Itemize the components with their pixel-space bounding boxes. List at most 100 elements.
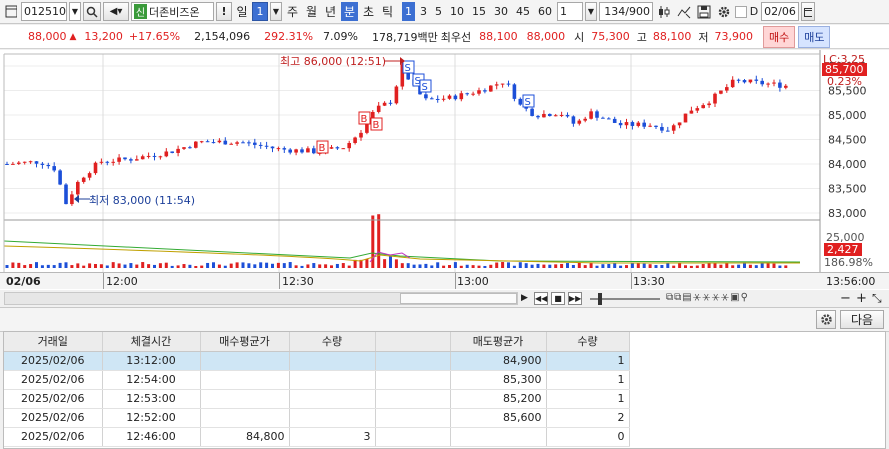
low-arrow-icon (74, 195, 90, 203)
scrollbar-thumb[interactable] (400, 293, 517, 304)
new-badge: 신 (134, 4, 147, 19)
candle-body (34, 161, 39, 164)
zoom-slider[interactable] (590, 293, 660, 305)
period-year[interactable]: 년 (322, 2, 339, 21)
period-week[interactable]: 주 (284, 2, 301, 21)
x-label-1200: 12:00 (106, 275, 138, 288)
table-row[interactable]: 2025/02/06 12:52:00 85,600 2 (4, 408, 630, 428)
volume-bar (170, 265, 174, 268)
unit-field[interactable]: 1 (557, 2, 583, 21)
candle-body (5, 164, 9, 165)
candle-body (170, 151, 174, 153)
table-cell: 84,900 (450, 351, 547, 371)
count-field[interactable]: 134/900 (599, 2, 653, 21)
table-header-row: 거래일 체결시간 매수평균가 수량 매도평균가 수량 (4, 332, 630, 352)
volume-bar (135, 264, 139, 268)
tick-5[interactable]: 5 (432, 2, 445, 21)
tick-45[interactable]: 45 (513, 2, 533, 21)
table-cell (200, 351, 290, 371)
table-row[interactable]: 2025/02/06 13:12:00 84,900 1 (4, 351, 630, 371)
table-row[interactable]: 2025/02/06 12:54:00 85,300 1 (4, 370, 630, 390)
stock-name-field[interactable]: 신 더존비즈온 (131, 2, 214, 21)
tick-1[interactable]: 1 (402, 2, 415, 21)
zoom-slider-handle[interactable] (598, 293, 602, 305)
price-info-bar: 88,000 ▲ 13,200 +17.65% 2,154,096 292.31… (0, 25, 889, 49)
calendar-icon[interactable] (801, 2, 815, 21)
date-field[interactable]: 02/06 (761, 2, 799, 21)
day-count-dropdown-icon[interactable]: ▼ (270, 2, 282, 21)
y-tick-label: 84,000 (828, 158, 867, 171)
period-tick[interactable]: 틱 (379, 2, 396, 21)
candle-body (660, 126, 664, 131)
col-sell-avg[interactable]: 매도평균가 (450, 332, 547, 352)
volume-bar (58, 262, 62, 268)
date-checkbox[interactable] (735, 5, 747, 18)
volume-bar (158, 263, 162, 268)
play-icon[interactable]: ▶ (521, 293, 528, 303)
table-row[interactable]: 2025/02/06 12:46:00 84,800 3 0 (4, 427, 630, 447)
horizontal-scrollbar[interactable] (4, 292, 518, 305)
volume-bar (188, 264, 192, 268)
buy-button[interactable]: 매수 (762, 25, 796, 48)
rewind-icon[interactable]: ◀◀ (534, 292, 548, 305)
table-row[interactable]: 2025/02/06 12:53:00 85,200 1 (4, 389, 630, 409)
candle-body (730, 79, 735, 88)
volume-bar (330, 265, 333, 268)
volume-bar (737, 264, 741, 268)
table-cell (375, 427, 451, 447)
stop-icon[interactable]: ■ (551, 292, 565, 305)
tick-30[interactable]: 30 (491, 2, 511, 21)
layout-icon[interactable] (3, 2, 19, 21)
next-button[interactable]: 다음 (840, 310, 884, 329)
col-buy-qty[interactable]: 수량 (289, 332, 376, 352)
zoom-out-icon[interactable]: − (840, 291, 851, 306)
table-cell: 13:12:00 (102, 351, 201, 371)
period-minute[interactable]: 분 (341, 2, 358, 21)
period-second[interactable]: 초 (360, 2, 377, 21)
candle-body (548, 113, 552, 117)
drawing-tools-icon[interactable]: ⧉⧉▤⚹⚹⚹⚹▣⚲ (666, 292, 749, 303)
tick-10[interactable]: 10 (447, 2, 467, 21)
candle-body (40, 163, 45, 165)
candle-body (76, 181, 80, 195)
candle-body (483, 90, 487, 92)
volume-bar (689, 265, 693, 268)
save-icon[interactable] (695, 2, 713, 21)
crosshair-icon[interactable] (675, 2, 693, 21)
col-exec-time[interactable]: 체결시간 (102, 332, 201, 352)
volume-bar (46, 264, 50, 268)
candle-settings-icon[interactable] (655, 2, 673, 21)
col-trade-date[interactable]: 거래일 (4, 332, 103, 352)
warning-button[interactable]: ! (216, 2, 232, 21)
unit-dropdown-icon[interactable]: ▼ (585, 2, 597, 21)
chart-area[interactable]: BBBSSSS 86,00085,50085,00084,50084,00083… (0, 50, 889, 290)
col-buy-avg[interactable]: 매수평균가 (200, 332, 290, 352)
table-cell (289, 351, 376, 371)
speaker-icon[interactable]: ◀▾ (103, 2, 129, 21)
candlestick-chart[interactable]: BBBSSSS 86,00085,50085,00084,50084,00083… (0, 50, 889, 272)
zoom-in-icon[interactable]: + (856, 291, 867, 306)
volume-bar (265, 262, 269, 268)
panel-gear-icon[interactable] (816, 310, 836, 329)
tick-3[interactable]: 3 (417, 2, 430, 21)
search-icon[interactable] (83, 2, 101, 21)
tick-60[interactable]: 60 (535, 2, 555, 21)
candle-body (589, 111, 593, 119)
forward-icon[interactable]: ▶▶ (568, 292, 582, 305)
volume-bar (495, 262, 499, 268)
col-sell-qty[interactable]: 수량 (546, 332, 630, 352)
sell-button[interactable]: 매도 (798, 25, 831, 48)
gear-icon[interactable] (715, 2, 733, 21)
candle-body (335, 147, 340, 149)
code-dropdown-icon[interactable]: ▼ (69, 2, 81, 21)
tick-15[interactable]: 15 (469, 2, 489, 21)
period-month[interactable]: 월 (303, 2, 320, 21)
volume-bar (40, 265, 44, 268)
volume-bar (271, 263, 274, 268)
stock-code-field[interactable]: 012510 (21, 2, 67, 21)
volume-bar (459, 265, 463, 268)
expand-icon[interactable]: ⤡ (872, 291, 882, 306)
day-count-field[interactable]: 1 (252, 2, 268, 21)
candle-body (447, 95, 452, 99)
volume-bar (241, 262, 245, 268)
